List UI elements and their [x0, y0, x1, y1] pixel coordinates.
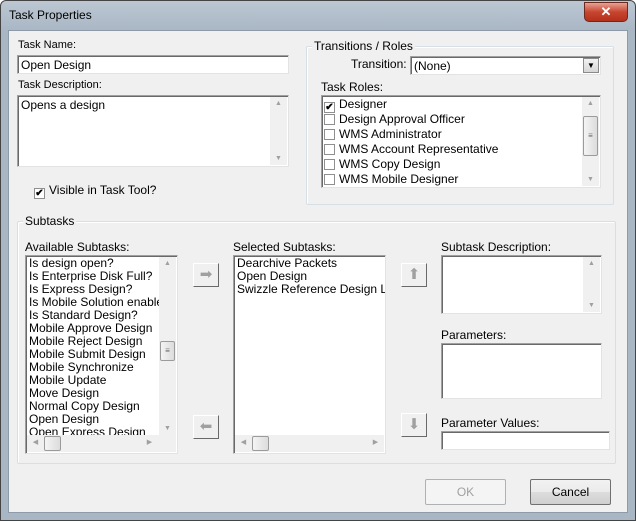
move-down-button[interactable]: ⬇ [401, 413, 427, 437]
arrow-up-icon: ⬆ [407, 266, 421, 283]
task-role-item[interactable]: Design Approval Officer [322, 112, 600, 127]
task-roles-label: Task Roles: [321, 80, 384, 94]
parameter-values-label: Parameter Values: [441, 416, 540, 430]
selected-subtask-item[interactable]: Swizzle Reference Design Layers [234, 283, 385, 296]
task-role-label: WMS Administrator [339, 127, 442, 141]
checkbox[interactable] [324, 144, 335, 155]
available-subtasks-label: Available Subtasks: [25, 240, 130, 254]
arrow-left-icon: ⬅ [199, 418, 213, 435]
task-role-label: Design Approval Officer [339, 112, 465, 126]
task-name-input[interactable]: Open Design [17, 55, 289, 74]
transition-value: (None) [414, 59, 451, 73]
task-description-label: Task Description: [18, 79, 102, 91]
parameter-values-input[interactable] [441, 431, 610, 450]
subtask-description-scrollbar[interactable]: ▲ ▼ [583, 257, 600, 312]
task-role-item[interactable]: ✔ Designer [322, 97, 600, 113]
task-role-item[interactable]: WMS Account Representative [322, 142, 600, 157]
selected-hscrollbar[interactable]: ◀ ▶ [235, 435, 384, 452]
task-role-item[interactable]: WMS Administrator [322, 127, 600, 142]
add-subtask-button[interactable]: ➡ [193, 263, 219, 287]
dialog-client: Task Name: Open Design Task Description:… [8, 30, 628, 513]
available-subtasks-list[interactable]: Is design open? Is Enterprise Disk Full? I… [25, 255, 178, 454]
task-name-value: Open Design [21, 58, 92, 72]
parameters-label: Parameters: [441, 328, 507, 342]
task-role-label: WMS Copy Design [339, 157, 441, 171]
task-role-label: WMS Mobile Designer [339, 172, 459, 186]
task-description-input[interactable]: Opens a design ▲ ▼ [17, 95, 289, 167]
move-up-button[interactable]: ⬆ [401, 263, 427, 287]
roles-scrollbar[interactable]: ▲ ≡ ▼ [582, 97, 599, 186]
transition-label: Transition: [351, 57, 407, 71]
task-description-value: Opens a design [21, 98, 106, 112]
transitions-roles-legend: Transitions / Roles [312, 39, 415, 53]
remove-subtask-button[interactable]: ⬅ [193, 415, 219, 439]
subtask-description-label: Subtask Description: [441, 240, 552, 254]
task-role-item[interactable]: WMS Mobile Designer [322, 172, 600, 187]
subtasks-legend: Subtasks [23, 214, 77, 228]
cancel-button[interactable]: Cancel [530, 479, 611, 505]
checkbox[interactable] [324, 114, 335, 125]
arrow-right-icon: ➡ [199, 266, 213, 283]
arrow-down-icon: ⬇ [407, 416, 421, 433]
chevron-down-icon[interactable]: ▼ [583, 58, 599, 73]
selected-subtasks-list[interactable]: Dearchive Packets Open Design Swizzle Refe… [233, 255, 386, 454]
checkbox[interactable] [324, 159, 335, 170]
available-hscrollbar[interactable]: ◀ ▶ [27, 435, 176, 452]
task-role-label: Designer [339, 97, 388, 111]
checkbox[interactable] [324, 174, 335, 185]
checkmark-icon: ✔ [34, 188, 45, 199]
checkbox[interactable] [324, 129, 335, 140]
transition-select[interactable]: (None) ▼ [410, 56, 601, 75]
selected-subtasks-label: Selected Subtasks: [233, 240, 336, 254]
parameters-list[interactable] [441, 343, 602, 399]
task-roles-list[interactable]: ✔ Designer Design Approval Officer WMS Admi… [321, 95, 601, 188]
task-name-label: Task Name: [18, 39, 77, 51]
available-vscrollbar[interactable]: ▲ ≡ ▼ [159, 257, 176, 435]
subtask-description-input[interactable]: ▲ ▼ [441, 255, 602, 314]
visible-label: Visible in Task Tool? [49, 183, 157, 197]
ok-button[interactable]: OK [425, 479, 506, 505]
description-scrollbar[interactable]: ▲ ▼ [270, 97, 287, 165]
task-role-item[interactable]: WMS Copy Design [322, 157, 600, 172]
visible-in-task-tool-checkbox[interactable]: ✔ Visible in Task Tool? [34, 183, 156, 199]
task-role-label: WMS Account Representative [339, 142, 499, 156]
